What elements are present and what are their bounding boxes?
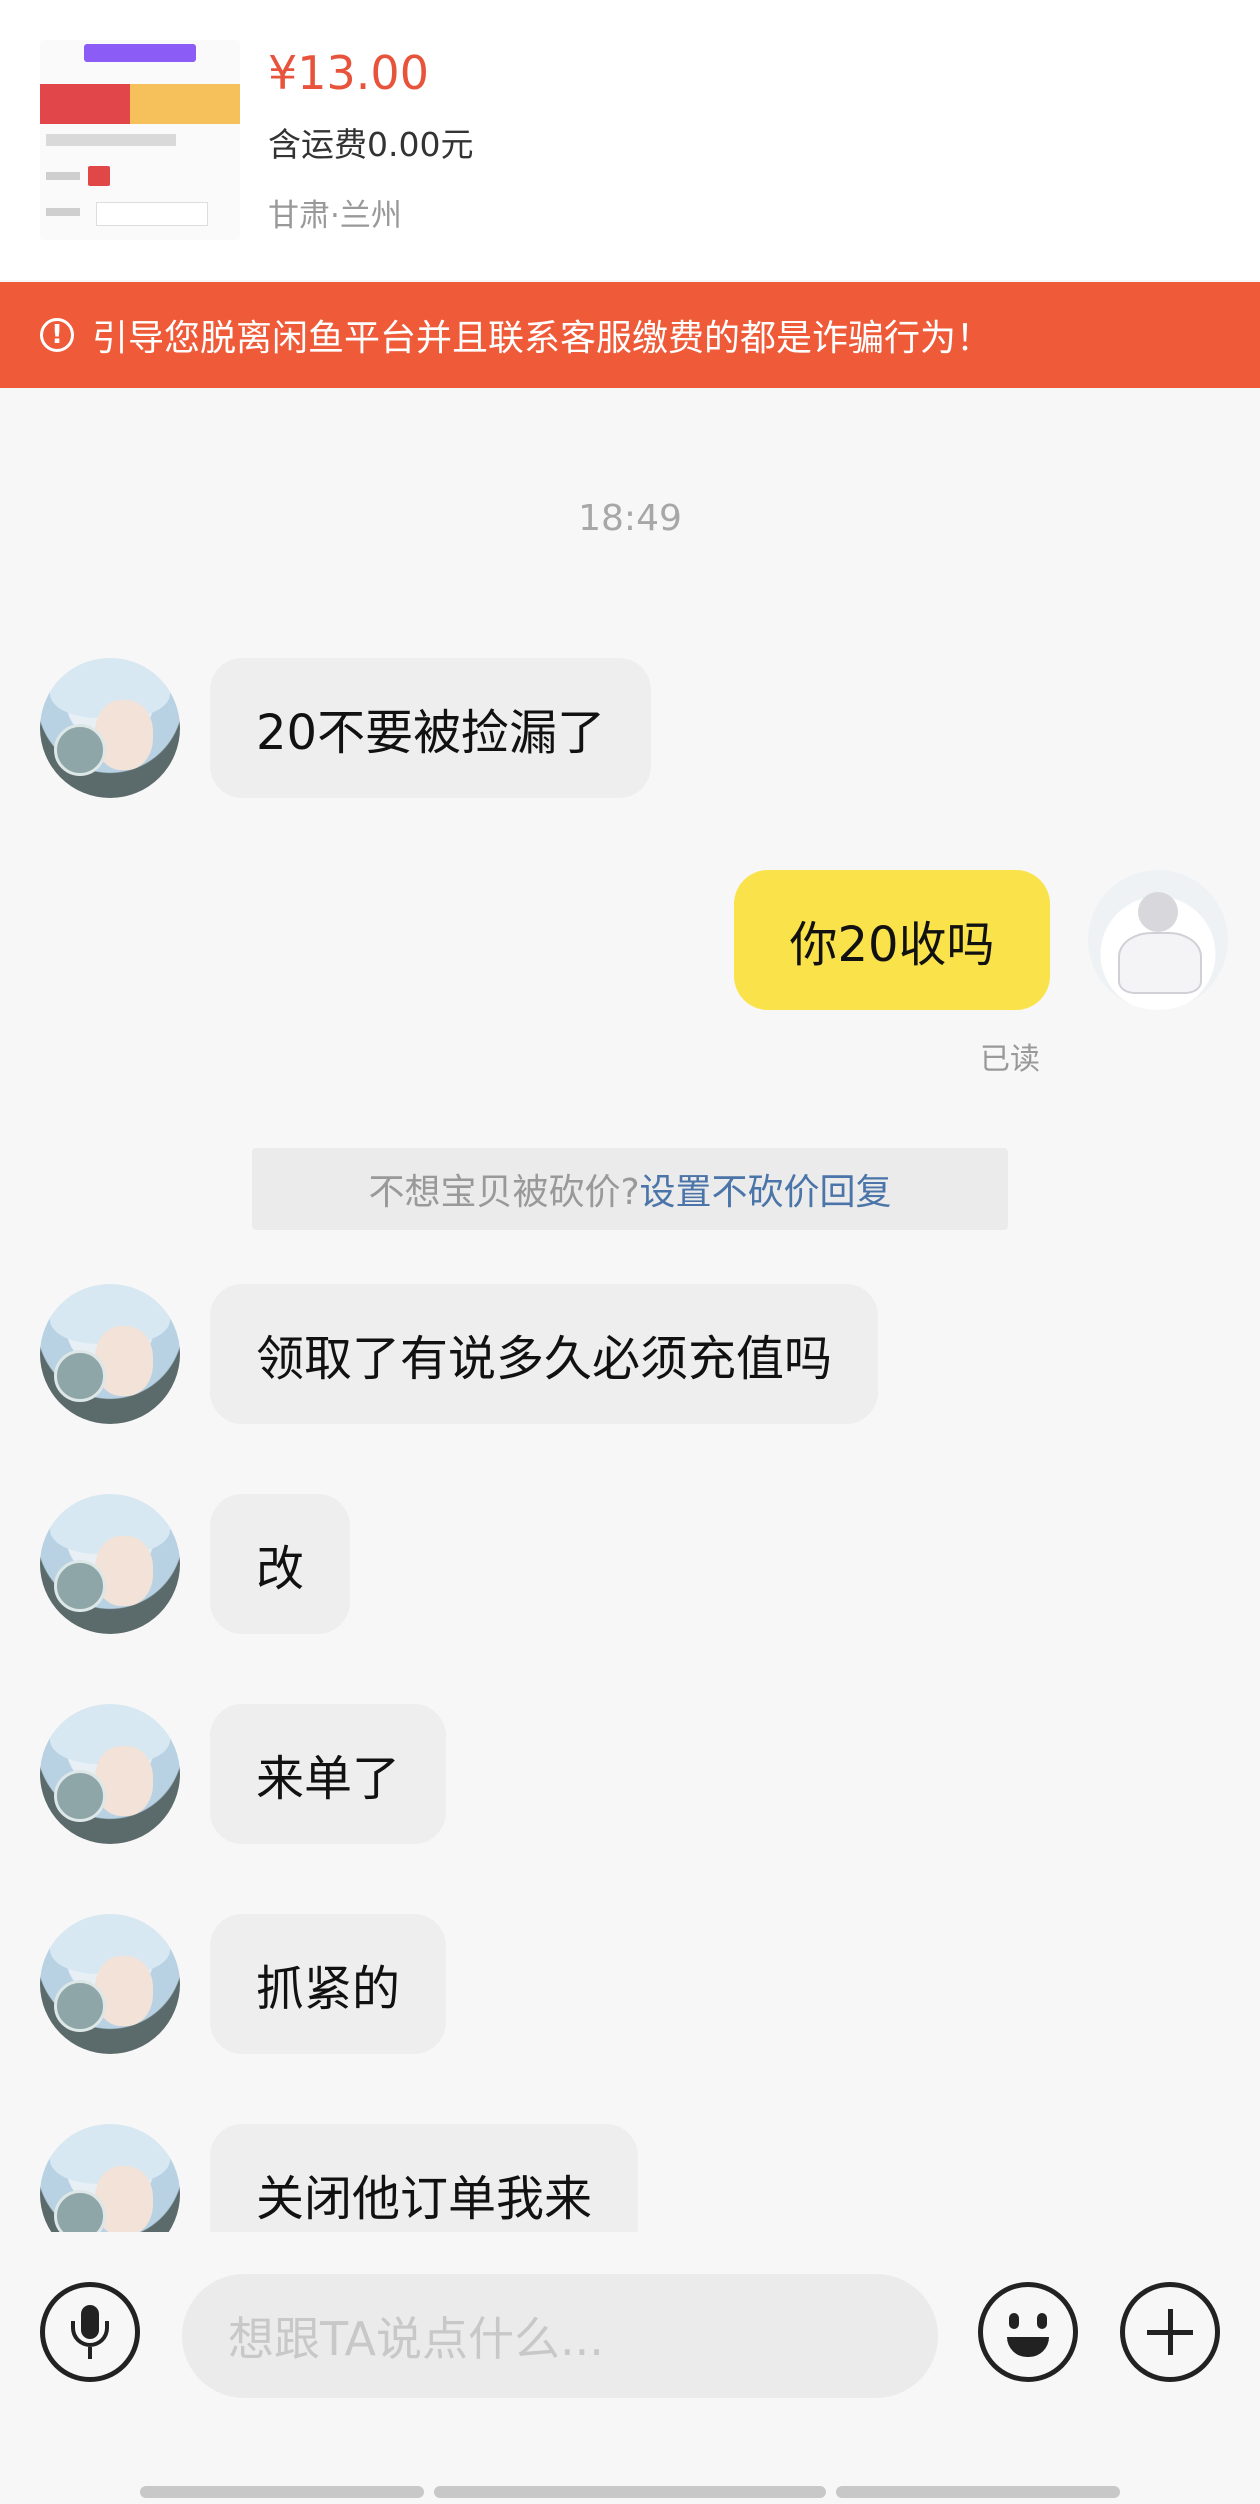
message-bubble[interactable]: 改	[210, 1494, 351, 1634]
contact-avatar[interactable]	[40, 1494, 180, 1634]
seller-location: 甘肃·兰州	[268, 198, 402, 234]
bargain-hint: 不想宝贝被砍价? 设置不砍价回复	[252, 1148, 1008, 1230]
contact-avatar[interactable]	[40, 1704, 180, 1844]
input-bar: 想跟TA说点什么...	[0, 2232, 1260, 2504]
bargain-hint-question: 不想宝贝被砍价?	[368, 1172, 640, 1213]
warning-text: 引导您脱离闲鱼平台并且联系客服缴费的都是诈骗行为！	[92, 318, 993, 359]
microphone-icon[interactable]	[40, 2282, 140, 2382]
read-receipt: 已读	[980, 1042, 1040, 1077]
smile-icon[interactable]	[978, 2282, 1078, 2382]
message-bubble[interactable]: 20不要被捡漏了	[210, 658, 652, 798]
nav-gesture-bar	[140, 2486, 424, 2498]
product-thumbnail[interactable]	[40, 40, 240, 240]
shipping-fee: 含运费0.00元	[268, 125, 474, 164]
message-bubble[interactable]: 领取了有说多久必须充值吗	[210, 1284, 879, 1424]
message-bubble[interactable]: 抓紧的	[210, 1914, 447, 2054]
chat-timestamp: 18:49	[578, 498, 682, 539]
message-input[interactable]: 想跟TA说点什么...	[182, 2274, 938, 2398]
nav-gesture-bar	[836, 2486, 1120, 2498]
exclamation-circle-icon: !	[40, 318, 74, 352]
no-bargain-reply-link[interactable]: 设置不砍价回复	[640, 1163, 892, 1215]
product-price: ¥13.00	[268, 46, 429, 100]
fraud-warning-banner: ! 引导您脱离闲鱼平台并且联系客服缴费的都是诈骗行为！	[0, 282, 1260, 388]
contact-avatar[interactable]	[40, 1284, 180, 1424]
my-avatar[interactable]	[1088, 870, 1228, 1010]
contact-avatar[interactable]	[40, 658, 180, 798]
plus-icon[interactable]	[1120, 2282, 1220, 2382]
contact-avatar[interactable]	[40, 1914, 180, 2054]
product-card[interactable]: ¥13.00 含运费0.00元 甘肃·兰州	[0, 0, 1260, 280]
my-message-bubble[interactable]: 你20收吗	[734, 870, 1050, 1010]
nav-gesture-bar	[434, 2486, 826, 2498]
message-bubble[interactable]: 来单了	[210, 1704, 447, 1844]
